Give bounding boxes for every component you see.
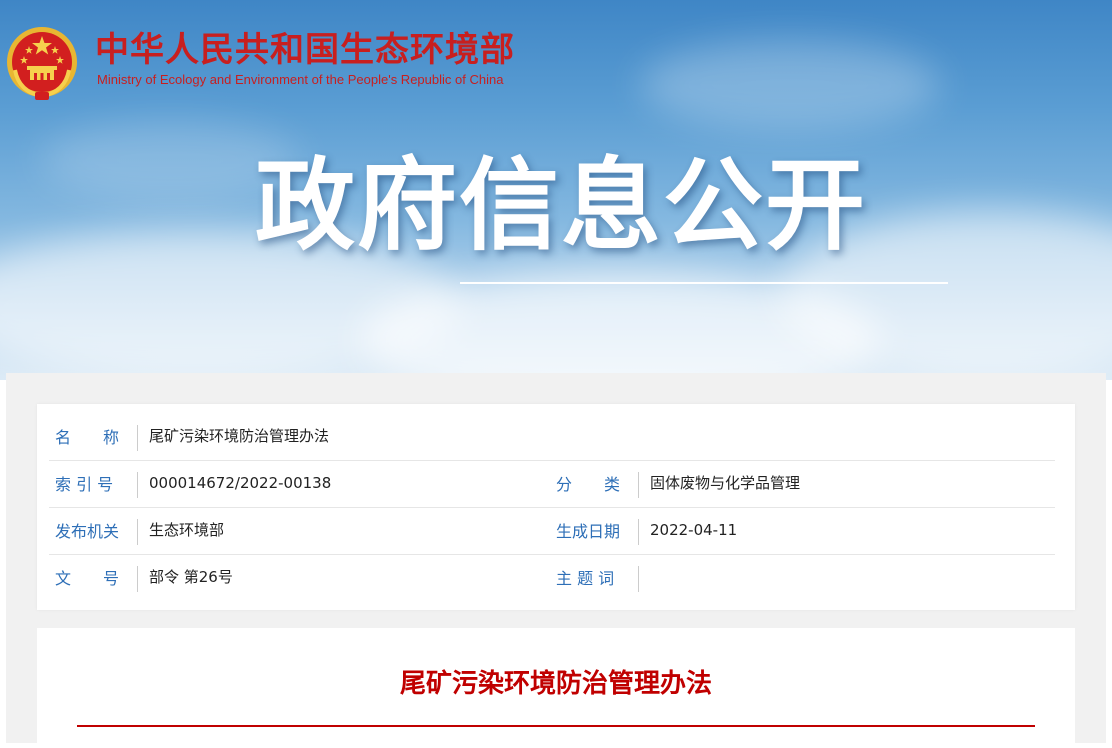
issuer-label: 发布机关	[55, 522, 120, 541]
date-label: 生成日期	[556, 522, 621, 541]
document-metadata-panel: 名 称 尾矿污染环境防治管理办法 索 引 号 000014672/2022-00…	[37, 404, 1075, 610]
doc-no-label: 文 号	[55, 569, 120, 588]
keywords-label: 主 题 词	[556, 569, 615, 588]
date-value: 2022-04-11	[650, 521, 738, 539]
ministry-name-en: Ministry of Ecology and Environment of t…	[97, 72, 504, 87]
divider	[638, 519, 639, 545]
ministry-name-cn: 中华人民共和国生态环境部	[95, 30, 515, 70]
divider	[137, 472, 138, 498]
metadata-row-docno: 文 号 部令 第26号 主 题 词	[37, 555, 1075, 602]
header-banner: 中华人民共和国生态环境部 Ministry of Ecology and Env…	[0, 0, 1112, 380]
section-title: 政府信息公开	[255, 147, 867, 264]
divider	[137, 566, 138, 592]
national-emblem-icon[interactable]	[5, 22, 79, 102]
metadata-row-index: 索 引 号 000014672/2022-00138 分 类 固体废物与化学品管…	[37, 461, 1075, 508]
title-underline	[460, 282, 948, 284]
category-value: 固体废物与化学品管理	[650, 474, 801, 492]
divider	[638, 566, 639, 592]
article-panel: 尾矿污染环境防治管理办法	[37, 628, 1075, 748]
article-title-rule	[77, 725, 1035, 727]
name-value: 尾矿污染环境防治管理办法	[149, 427, 330, 445]
doc-no-value: 部令 第26号	[149, 568, 233, 586]
category-label: 分 类	[556, 475, 621, 494]
metadata-row-issuer: 发布机关 生态环境部 生成日期 2022-04-11	[37, 508, 1075, 555]
name-label: 名 称	[55, 428, 120, 447]
divider	[638, 472, 639, 498]
divider	[137, 425, 138, 451]
index-label: 索 引 号	[55, 475, 114, 494]
index-value: 000014672/2022-00138	[149, 474, 332, 492]
banner-cloud	[640, 40, 940, 130]
metadata-row-name: 名 称 尾矿污染环境防治管理办法	[37, 414, 1075, 461]
article-title: 尾矿污染环境防治管理办法	[399, 669, 712, 699]
divider	[137, 519, 138, 545]
issuer-value: 生态环境部	[149, 521, 225, 539]
